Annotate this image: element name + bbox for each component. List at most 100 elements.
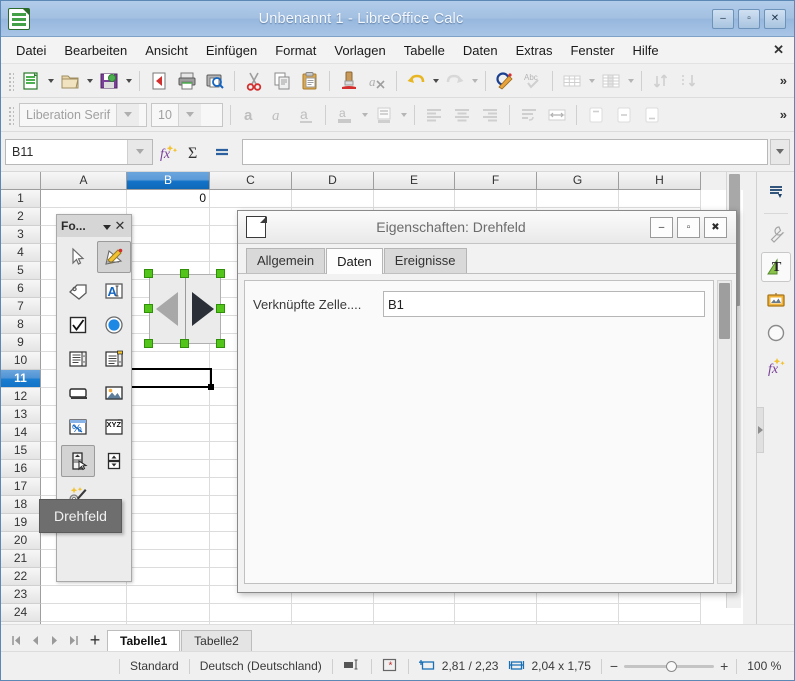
list-box-icon[interactable] [61, 343, 95, 375]
cell-H1[interactable] [619, 190, 701, 208]
cell-B15[interactable] [127, 442, 210, 460]
menu-vorlagen[interactable]: Vorlagen [325, 40, 394, 61]
spin-button-body[interactable] [149, 274, 221, 344]
tab-allgemein[interactable]: Allgemein [246, 248, 326, 273]
resize-handle-sw[interactable] [144, 339, 153, 348]
cell-B4[interactable] [127, 244, 210, 262]
align-middle-icon[interactable] [611, 102, 637, 128]
formatting-toolbar-overflow[interactable]: » [780, 107, 787, 122]
scrollbar-icon[interactable] [61, 445, 95, 477]
cell-B12[interactable] [127, 388, 210, 406]
selection-mode-icon[interactable]: * [372, 658, 408, 675]
spin-up-half[interactable] [185, 292, 220, 326]
spin-down-half[interactable] [150, 292, 185, 326]
cell-B10[interactable] [127, 352, 210, 370]
chevron-down-icon[interactable] [100, 219, 113, 233]
row-header-1[interactable]: 1 [1, 190, 41, 208]
close-button[interactable]: ✕ [764, 8, 786, 29]
highlight-color-icon[interactable] [371, 102, 397, 128]
align-right-icon[interactable] [477, 102, 503, 128]
zoom-slider-knob[interactable] [666, 660, 678, 672]
add-sheet-button[interactable]: + [83, 629, 107, 651]
menu-extras[interactable]: Extras [507, 40, 562, 61]
form-controls-close-icon[interactable]: ✕ [113, 218, 127, 234]
cell-A23[interactable] [41, 586, 127, 604]
save-document-icon[interactable] [96, 68, 122, 94]
save-document-dropdown-icon[interactable] [123, 68, 134, 94]
row-header-23[interactable]: 23 [1, 586, 41, 604]
clone-formatting-icon[interactable] [336, 68, 362, 94]
cell-B1[interactable]: 0 [127, 190, 210, 208]
sidebar-settings-icon[interactable] [761, 177, 791, 207]
label-field-icon[interactable] [61, 275, 95, 307]
row-header-3[interactable]: 3 [1, 226, 41, 244]
resize-handle-n[interactable] [180, 269, 189, 278]
cell-B20[interactable] [127, 532, 210, 550]
font-name-dropdown-icon[interactable] [116, 103, 140, 126]
menu-tabelle[interactable]: Tabelle [395, 40, 454, 61]
row-header-18[interactable]: 18 [1, 496, 41, 514]
cell-B17[interactable] [127, 478, 210, 496]
select-tool-icon[interactable] [61, 241, 95, 273]
column-header-b[interactable]: B [127, 172, 210, 190]
minimize-button[interactable]: – [712, 8, 734, 29]
cell-B13[interactable] [127, 406, 210, 424]
spin-button-control[interactable] [144, 269, 226, 349]
check-box-icon[interactable] [61, 309, 95, 341]
cell-F1[interactable] [455, 190, 537, 208]
resize-handle-nw[interactable] [144, 269, 153, 278]
cell-B3[interactable] [127, 226, 210, 244]
column-header-a[interactable]: A [41, 172, 127, 190]
highlight-color-dropdown-icon[interactable] [398, 102, 409, 128]
row-header-17[interactable]: 17 [1, 478, 41, 496]
print-preview-icon[interactable] [202, 68, 228, 94]
row-header-19[interactable]: 19 [1, 514, 41, 532]
row-header-12[interactable]: 12 [1, 388, 41, 406]
undo-icon[interactable] [403, 68, 429, 94]
toolbar-grip[interactable] [7, 104, 14, 125]
new-document-dropdown-icon[interactable] [45, 68, 56, 94]
column-header-c[interactable]: C [210, 172, 292, 190]
cell-E24[interactable] [374, 604, 455, 622]
new-document-icon[interactable] [18, 68, 44, 94]
formula-icon[interactable] [209, 139, 234, 165]
row-header-14[interactable]: 14 [1, 424, 41, 442]
dialog-title-bar[interactable]: Eigenschaften: Drehfeld – ▫ ✖ [238, 211, 736, 244]
copy-icon[interactable] [269, 68, 295, 94]
cut-icon[interactable] [241, 68, 267, 94]
gallery-icon[interactable] [761, 285, 791, 315]
properties-icon[interactable] [761, 219, 791, 249]
row-header-21[interactable]: 21 [1, 550, 41, 568]
undo-dropdown-icon[interactable] [430, 68, 441, 94]
last-sheet-button[interactable] [64, 629, 83, 651]
spelling-icon[interactable]: Abc [520, 68, 546, 94]
resize-handle-se[interactable] [216, 339, 225, 348]
page-style-status[interactable]: Standard [120, 659, 189, 673]
cell-A24[interactable] [41, 604, 127, 622]
language-status[interactable]: Deutsch (Deutschland) [190, 659, 332, 673]
tab-daten[interactable]: Daten [326, 248, 383, 274]
paste-icon[interactable] [297, 68, 323, 94]
cell-B23[interactable] [127, 586, 210, 604]
menu-datei[interactable]: Datei [7, 40, 55, 61]
cell-B14[interactable] [127, 424, 210, 442]
clear-formatting-icon[interactable]: a [364, 68, 390, 94]
font-size-combobox[interactable]: 10 [151, 102, 223, 127]
open-document-icon[interactable] [57, 68, 83, 94]
combo-box-icon[interactable] [97, 343, 131, 375]
dialog-maximize-button[interactable]: ▫ [677, 216, 700, 238]
row-header-4[interactable]: 4 [1, 244, 41, 262]
menu-daten[interactable]: Daten [454, 40, 507, 61]
zoom-slider[interactable]: − + [602, 658, 736, 674]
other-controls-icon[interactable]: XYZ [97, 411, 131, 443]
row-header-11[interactable]: 11 [1, 370, 41, 388]
resize-handle-ne[interactable] [216, 269, 225, 278]
cell-C1[interactable] [210, 190, 292, 208]
toolbar-grip[interactable] [7, 70, 14, 91]
tab-ereignisse[interactable]: Ereignisse [383, 248, 467, 273]
select-all-corner[interactable] [1, 172, 41, 190]
zoom-in-button[interactable]: + [720, 658, 728, 674]
resize-handle-e[interactable] [216, 304, 225, 313]
next-sheet-button[interactable] [45, 629, 64, 651]
column-header-e[interactable]: E [374, 172, 455, 190]
